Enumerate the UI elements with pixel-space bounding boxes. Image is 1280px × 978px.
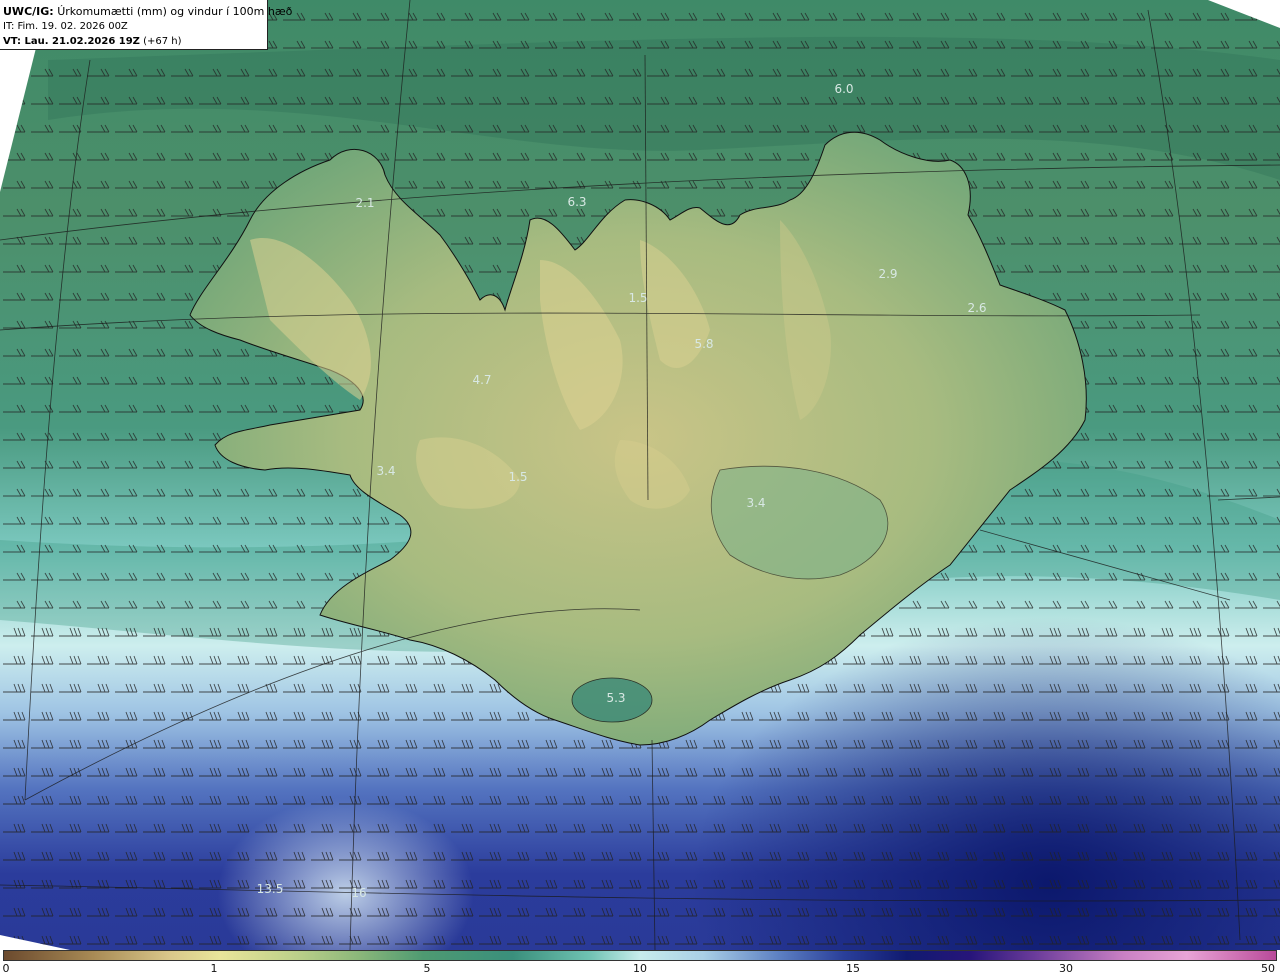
- color-scale-bar: [3, 950, 1277, 961]
- model-name: UWC/IG:: [3, 5, 54, 18]
- valid-time-line: VT: Lau. 21.02.2026 19Z (+67 h): [3, 34, 263, 49]
- map-value-label: 3.4: [746, 496, 765, 510]
- precipitable-water-map: 6.0 2.1 6.3 2.9 2.6 1.5 5.8 4.7 3.4 1.5 …: [0, 0, 1280, 950]
- lead-time: (+67 h): [143, 36, 182, 47]
- map-value-label: 5.8: [694, 337, 713, 351]
- map-value-label: 6.3: [567, 195, 586, 209]
- map-value-label: 2.6: [967, 301, 986, 315]
- weather-map-viewer: 6.0 2.1 6.3 2.9 2.6 1.5 5.8 4.7 3.4 1.5 …: [0, 0, 1280, 978]
- map-value-label: 2.9: [878, 267, 897, 281]
- colorbar-tick: 10: [633, 962, 647, 975]
- map-value-label: 16: [351, 886, 366, 900]
- map-value-label: 5.3: [606, 691, 625, 705]
- map-info-panel: UWC/IG: Úrkomumætti (mm) og vindur í 100…: [0, 0, 292, 50]
- colorbar-tick: 15: [846, 962, 860, 975]
- valid-time: VT: Lau. 21.02.2026 19Z: [3, 36, 140, 47]
- map-value-label: 13.5: [257, 882, 284, 896]
- map-value-label: 2.1: [355, 196, 374, 210]
- map-value-label: 6.0: [834, 82, 853, 96]
- map-value-label: 3.4: [376, 464, 395, 478]
- colorbar-tick: 30: [1059, 962, 1073, 975]
- map-value-label: 1.5: [508, 470, 527, 484]
- map-title: Úrkomumætti (mm) og vindur í 100m hæð: [57, 5, 293, 18]
- colorbar-tick: 1: [210, 962, 218, 975]
- colorbar-tick: 0: [2, 962, 10, 975]
- colorbar-tick: 5: [423, 962, 431, 975]
- init-time: IT: Fim. 19. 02. 2026 00Z: [3, 21, 128, 32]
- map-title-line: UWC/IG: Úrkomumætti (mm) og vindur í 100…: [3, 4, 292, 19]
- map-value-label: 4.7: [472, 373, 491, 387]
- map-value-label: 1.5: [628, 291, 647, 305]
- colorbar-tick: 50: [1261, 962, 1275, 975]
